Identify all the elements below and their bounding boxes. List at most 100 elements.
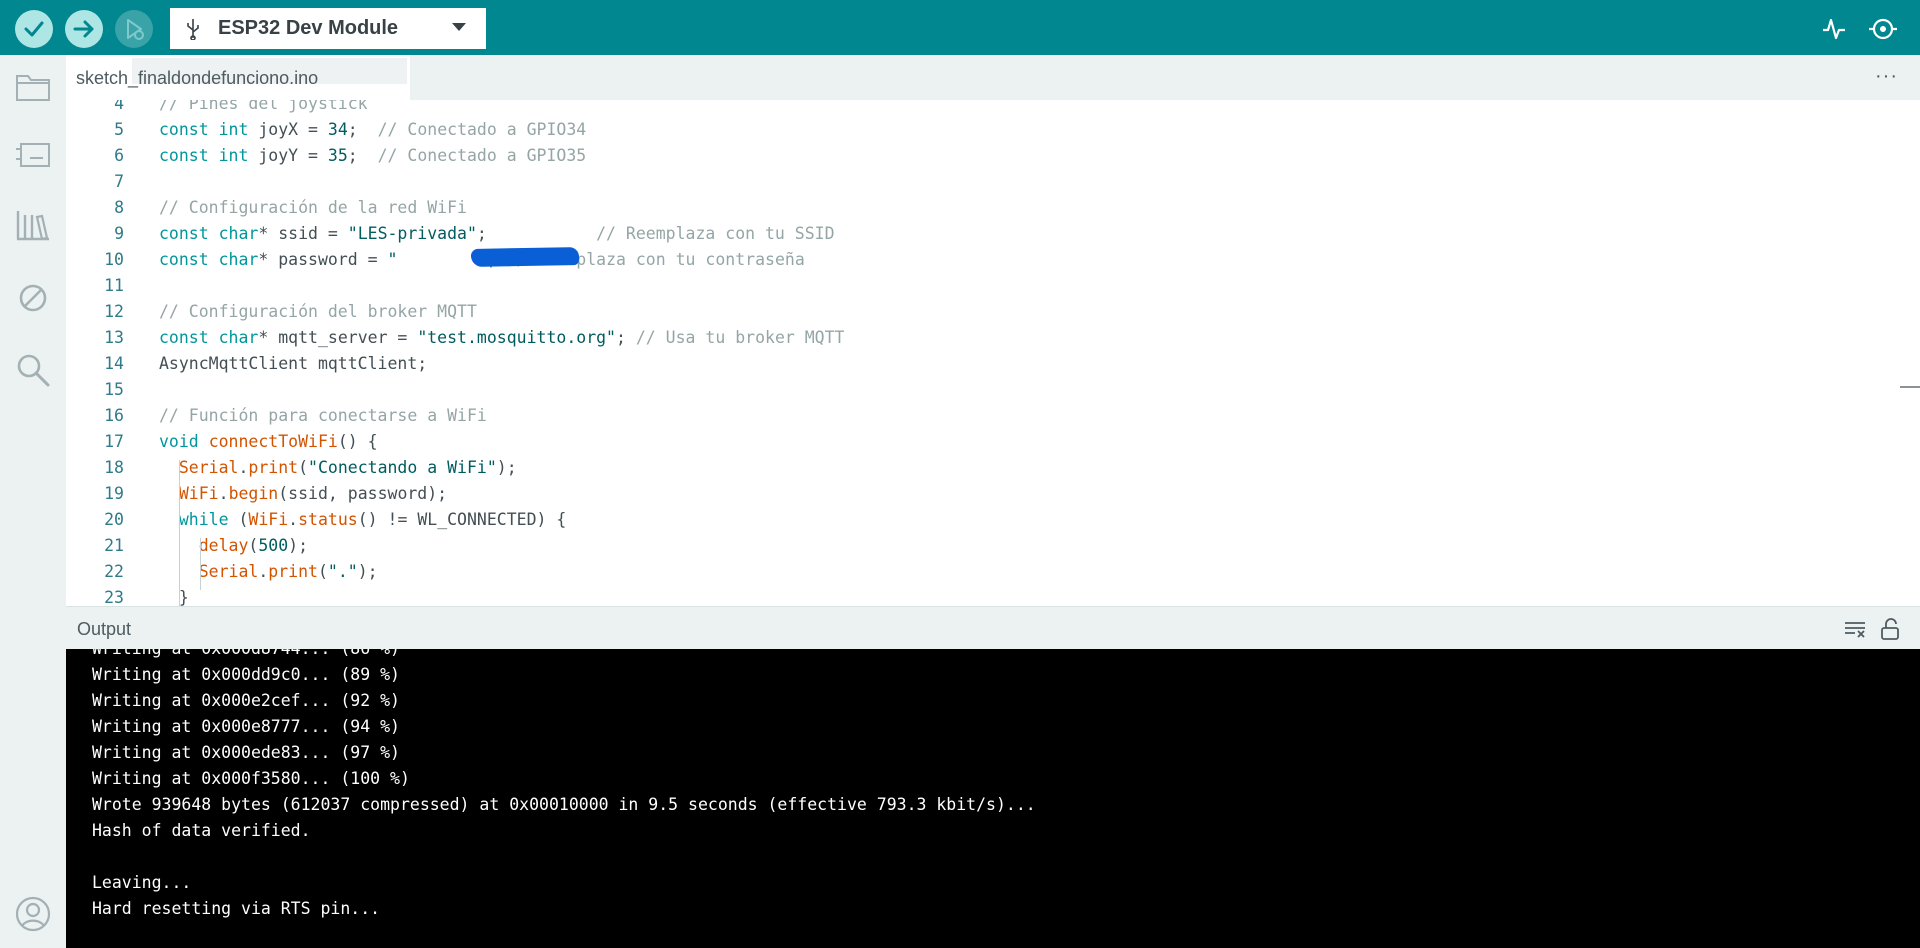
code-text: } bbox=[159, 588, 189, 606]
output-console[interactable]: Writing at 0x000d8744... (86 %) Writing … bbox=[66, 649, 1920, 948]
code-text: // Pines del joystick bbox=[159, 100, 368, 113]
line-number: 7 bbox=[114, 172, 124, 191]
code-text: const char* mqtt_server = "test.mosquitt… bbox=[159, 328, 845, 347]
board-name: ESP32 Dev Module bbox=[218, 17, 399, 39]
line-number: 15 bbox=[104, 380, 124, 399]
upload-button[interactable] bbox=[65, 10, 103, 48]
console-line: Hash of data verified. bbox=[92, 821, 311, 840]
sidebar-item-search[interactable] bbox=[13, 350, 53, 390]
line-number: 9 bbox=[114, 224, 124, 243]
indent-guide bbox=[200, 538, 201, 590]
arrow-right-icon bbox=[73, 20, 94, 38]
console-line: Leaving... bbox=[92, 873, 192, 892]
toolbar: ESP32 Dev Module bbox=[0, 0, 1920, 55]
sidebar-item-debug[interactable] bbox=[13, 278, 53, 318]
line-number: 8 bbox=[114, 198, 124, 217]
code-line: 9 const char* ssid = "LES-privada"; // Re… bbox=[66, 221, 1920, 247]
redaction-mark bbox=[470, 247, 580, 267]
code-line: 7 bbox=[66, 169, 1920, 195]
line-number: 16 bbox=[104, 406, 124, 425]
no-entry-icon bbox=[19, 284, 47, 312]
code-line: 23 } bbox=[66, 585, 1920, 606]
line-number: 18 bbox=[104, 458, 124, 477]
line-number: 20 bbox=[104, 510, 124, 529]
sidebar bbox=[0, 55, 66, 948]
code-line: 21 delay(500); bbox=[66, 533, 1920, 559]
code-text: AsyncMqttClient mqttClient; bbox=[159, 354, 428, 373]
output-title: Output bbox=[77, 619, 132, 639]
console-line: Writing at 0x000e8777... (94 %) bbox=[92, 717, 400, 736]
code-text: Serial.print("."); bbox=[198, 562, 378, 581]
line-number: 17 bbox=[104, 432, 124, 451]
verify-button[interactable] bbox=[15, 10, 53, 48]
editor-tab-bar: sketch_finaldondefunciono.ino ··· bbox=[66, 55, 1920, 100]
line-number: 21 bbox=[104, 536, 124, 555]
code-line: 5 const int joyX = 34; // Conectado a GPI… bbox=[66, 117, 1920, 143]
debug-icon bbox=[127, 19, 144, 40]
line-number: 14 bbox=[104, 354, 124, 373]
usb-icon bbox=[187, 18, 199, 40]
indent-guide bbox=[179, 460, 180, 606]
console-line: Writing at 0x000f3580... (100 %) bbox=[92, 769, 410, 788]
serial-plotter-icon bbox=[1823, 18, 1845, 40]
line-number: 13 bbox=[104, 328, 124, 347]
code-text: delay(500); bbox=[198, 536, 309, 555]
code-editor[interactable]: 4 // Pines del joystick 5 const int joyX =… bbox=[66, 100, 1920, 606]
code-line: 11 bbox=[66, 273, 1920, 299]
console-line: Writing at 0x000d8744... (86 %) bbox=[92, 649, 400, 662]
folder-icon bbox=[16, 75, 50, 101]
tab-sketch[interactable]: sketch_finaldondefunciono.ino bbox=[66, 55, 410, 100]
code-line: 19 WiFi.begin(ssid, password); bbox=[66, 481, 1920, 507]
line-number: 23 bbox=[104, 588, 124, 606]
code-line: 12 // Configuración del broker MQTT bbox=[66, 299, 1920, 325]
account-button[interactable] bbox=[14, 895, 52, 933]
code-line: 18 Serial.print("Conectando a WiFi"); bbox=[66, 455, 1920, 481]
console-line: Writing at 0x000dd9c0... (89 %) bbox=[92, 665, 400, 684]
code-line: 10const char* password = " "; // Reempla… bbox=[66, 247, 1920, 273]
code-text: const char* ssid = "LES-privada"; // Ree… bbox=[159, 224, 835, 243]
board-selector[interactable]: ESP32 Dev Module bbox=[170, 8, 486, 49]
scroll-lock-button[interactable] bbox=[1878, 617, 1902, 641]
console-line: Hard resetting via RTS pin... bbox=[92, 899, 381, 918]
check-icon bbox=[24, 21, 44, 37]
serial-plotter-button[interactable] bbox=[1817, 12, 1851, 46]
tab-filename: sketch_finaldondefunciono.ino bbox=[76, 68, 319, 88]
output-panel-header: Output bbox=[66, 606, 1920, 649]
code-text: while (WiFi.status() != WL_CONNECTED) { bbox=[178, 510, 567, 529]
sidebar-item-library-manager[interactable] bbox=[13, 205, 53, 245]
unlock-icon bbox=[1881, 618, 1899, 640]
serial-monitor-button[interactable] bbox=[1866, 12, 1900, 46]
clear-output-icon bbox=[1845, 622, 1865, 638]
sidebar-item-boards-manager[interactable] bbox=[13, 135, 53, 175]
line-number: 10 bbox=[104, 250, 124, 269]
clear-output-button[interactable] bbox=[1843, 617, 1867, 641]
code-line: 4 // Pines del joystick bbox=[66, 100, 1920, 117]
account-icon bbox=[15, 896, 51, 932]
serial-monitor-icon bbox=[1869, 18, 1897, 40]
line-number: 11 bbox=[104, 276, 124, 295]
sidebar-item-sketchbook[interactable] bbox=[13, 67, 53, 107]
scrollbar-marker[interactable] bbox=[1900, 386, 1920, 388]
code-text: // Función para conectarse a WiFi bbox=[159, 406, 487, 425]
chevron-down-icon bbox=[452, 23, 466, 31]
code-line: 17 void connectToWiFi() { bbox=[66, 429, 1920, 455]
code-line: 6 const int joyY = 35; // Conectado a GPI… bbox=[66, 143, 1920, 169]
line-number: 12 bbox=[104, 302, 124, 321]
code-line: 16 // Función para conectarse a WiFi bbox=[66, 403, 1920, 429]
line-number: 6 bbox=[114, 146, 124, 165]
console-line: Writing at 0x000e2cef... (92 %) bbox=[92, 691, 400, 710]
code-text: void connectToWiFi() { bbox=[159, 432, 378, 451]
debug-button[interactable] bbox=[115, 10, 153, 48]
more-options-button[interactable]: ··· bbox=[1875, 65, 1898, 88]
code-text: WiFi.begin(ssid, password); bbox=[178, 484, 448, 503]
line-number: 19 bbox=[104, 484, 124, 503]
line-number: 22 bbox=[104, 562, 124, 581]
library-icon bbox=[16, 211, 49, 241]
code-text: Serial.print("Conectando a WiFi"); bbox=[178, 458, 517, 477]
code-text: // Configuración de la red WiFi bbox=[159, 198, 467, 217]
code-line: 20 while (WiFi.status() != WL_CONNECTED)… bbox=[66, 507, 1920, 533]
code-text: const int joyX = 34; // Conectado a GPIO… bbox=[159, 120, 587, 139]
board-icon bbox=[16, 143, 50, 167]
code-line: 22 Serial.print("."); bbox=[66, 559, 1920, 585]
code-line: 15 bbox=[66, 377, 1920, 403]
